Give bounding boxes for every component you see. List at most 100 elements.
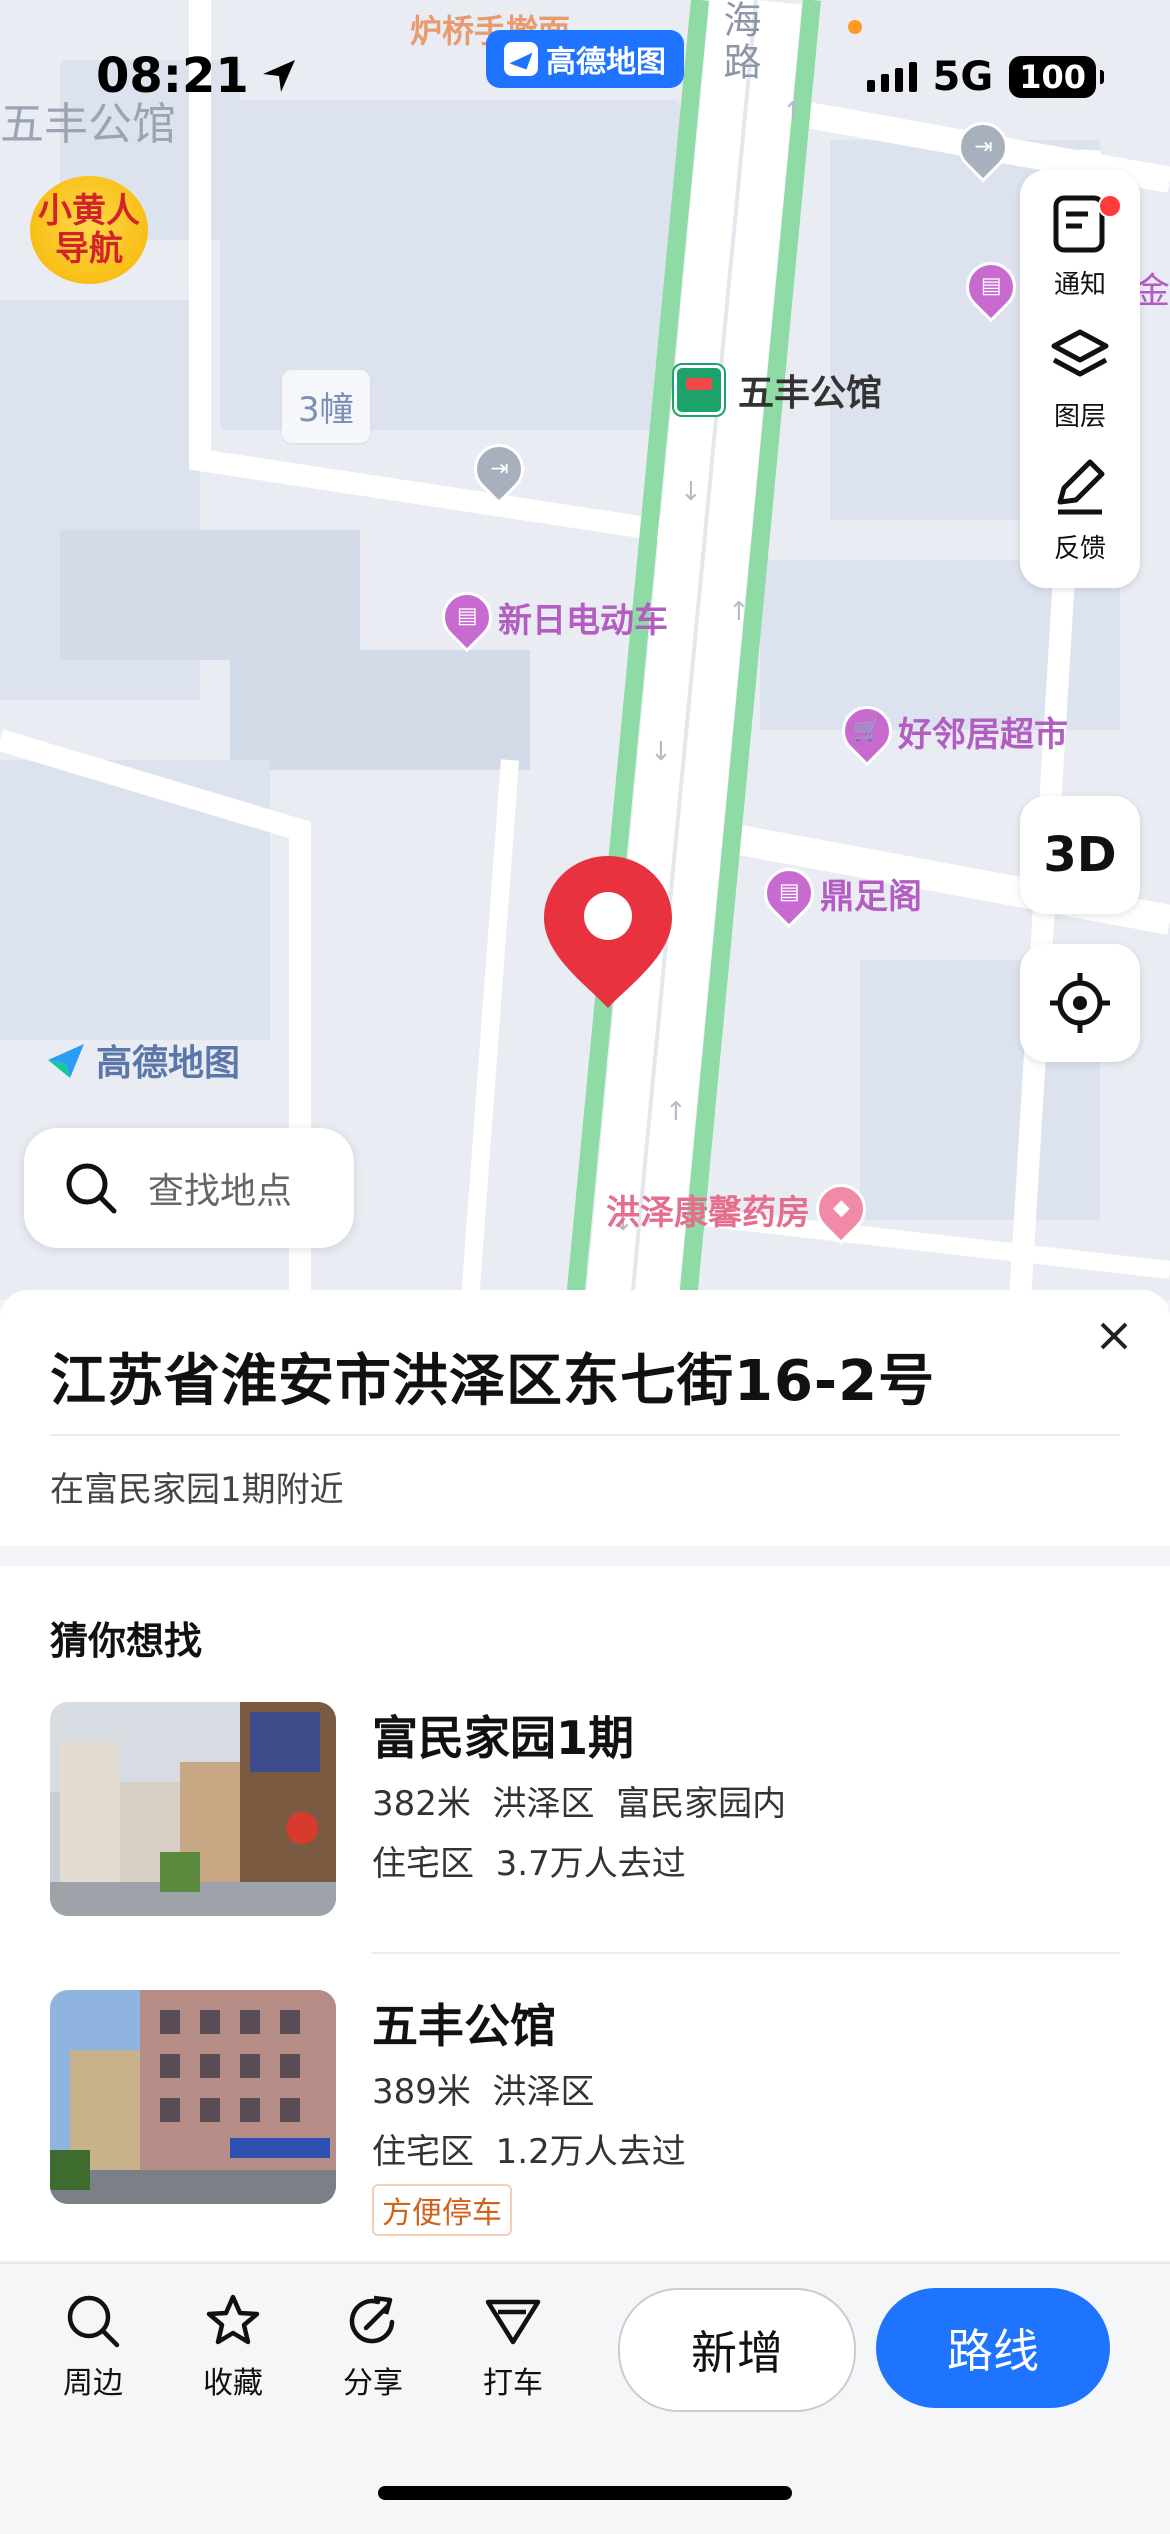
location-arrow-icon	[262, 60, 295, 92]
locate-me-button[interactable]	[1020, 944, 1140, 1062]
svg-text:↓: ↓	[680, 477, 702, 507]
place-photo	[50, 1702, 336, 1916]
place-visits: 3.7万人去过	[495, 1844, 686, 1884]
clock: 08:21	[96, 48, 249, 104]
search-icon	[67, 2295, 120, 2348]
poi-kangxin-pharmacy[interactable]: 洪泽康馨药房 ◆	[606, 1173, 877, 1245]
map-canvas[interactable]: ↑ ↓ ↑ ↓ ↑ ↓ 五丰公馆 炉桥手擀面 海路 小黄人导航 3幢 ⇥ ⇥ 五…	[0, 0, 1170, 1300]
map-base: ↑ ↓ ↑ ↓ ↑ ↓	[0, 0, 1170, 1300]
3d-toggle-button[interactable]: 3D	[1020, 796, 1140, 914]
unread-dot	[1098, 194, 1122, 218]
route-button[interactable]: 路线	[876, 2288, 1110, 2408]
cellular-signal-icon	[866, 62, 917, 92]
poi-label: 新日电动车	[498, 600, 668, 641]
share-icon	[349, 2295, 395, 2344]
place-detail-sheet: 江苏省淮安市洪泽区东七街16-2号 在富民家园1期附近 猜你想找 富民家园1期 …	[0, 1290, 1170, 2260]
place-distance: 389米	[372, 2072, 471, 2112]
place-category: 住宅区	[372, 1844, 474, 1884]
network-type: 5G	[932, 54, 994, 100]
bus-stop[interactable]: 五丰公馆	[674, 364, 882, 416]
home-indicator[interactable]	[378, 2486, 792, 2500]
poi-haolinju[interactable]: 🛒 好邻居超市	[831, 695, 1068, 767]
parking-tag: 方便停车	[372, 2184, 512, 2236]
bus-stop-icon	[674, 365, 724, 415]
shop-icon: ▤	[753, 857, 825, 929]
nearby-label: 周边	[63, 2366, 123, 2401]
star-icon	[206, 2294, 260, 2345]
amap-watermark: 高德地图	[44, 1034, 240, 1086]
poi-xinri[interactable]: ▤ 新日电动车	[431, 581, 668, 653]
layers-button[interactable]: 图层	[1048, 324, 1112, 456]
layers-icon	[1051, 329, 1109, 377]
search-placeholder: 查找地点	[148, 1171, 293, 1212]
poi-label: 洪泽康馨药房	[606, 1192, 810, 1233]
crosshair-icon	[1050, 973, 1110, 1033]
place-distance: 382米	[372, 1784, 471, 1824]
status-time: 08:21	[96, 48, 299, 104]
address-title: 江苏省淮安市洪泽区东七街16-2号	[50, 1349, 936, 1414]
nearby-button[interactable]: 周边	[38, 2292, 148, 2402]
place-district: 洪泽区	[492, 2072, 595, 2112]
place-stats: 住宅区 3.7万人去过	[372, 1836, 686, 1885]
amap-logo-icon	[504, 42, 538, 76]
place-meta: 382米 洪泽区 富民家园内	[372, 1776, 786, 1825]
tag-icon: ◆	[805, 1173, 877, 1245]
place-meta: 389米 洪泽区	[372, 2064, 595, 2113]
poi-marker[interactable]: ▤	[955, 251, 1027, 323]
svg-text:↑: ↑	[665, 1097, 687, 1127]
section-gap	[0, 1546, 1170, 1566]
notify-label: 通知	[1053, 270, 1106, 300]
building-label: 3幢	[282, 370, 370, 443]
svg-text:↑: ↑	[728, 597, 750, 627]
svg-text:↑: ↑	[782, 97, 804, 127]
place-extra: 富民家园内	[616, 1784, 787, 1824]
divider	[372, 1952, 1120, 1954]
layers-label: 图层	[1053, 402, 1106, 432]
close-icon	[1100, 1322, 1128, 1350]
orange-indicator-dot	[848, 20, 862, 34]
search-place-box[interactable]: 查找地点	[24, 1128, 354, 1248]
map-toolbar: 通知 图层 反馈	[1020, 170, 1140, 588]
add-new-button[interactable]: 新增	[618, 2288, 856, 2412]
status-indicators: 5G 100	[866, 54, 1104, 100]
svg-text:↓: ↓	[650, 737, 672, 767]
share-label: 分享	[343, 2366, 403, 2401]
place-visits: 1.2万人去过	[495, 2132, 686, 2172]
divider	[50, 1434, 1120, 1436]
suggested-place-item[interactable]: 富民家园1期 382米 洪泽区 富民家园内 住宅区 3.7万人去过	[50, 1702, 1120, 1916]
location-pin-icon[interactable]	[540, 852, 676, 1012]
taxi-button[interactable]: 打车	[458, 2292, 568, 2402]
place-name: 五丰公馆	[372, 1999, 556, 2053]
favorite-label: 收藏	[203, 2366, 263, 2401]
shop-icon: ▤	[431, 581, 503, 653]
poi-label: 好邻居超市	[898, 714, 1068, 755]
road-label: 海路	[717, 0, 761, 84]
place-name: 富民家园1期	[372, 1711, 635, 1765]
amap-watermark-icon	[48, 1044, 84, 1078]
suggest-section-title: 猜你想找	[50, 1619, 203, 1663]
place-category: 住宅区	[372, 2132, 474, 2172]
minion-nav-badge[interactable]: 小黄人导航	[30, 176, 148, 284]
taxi-label: 打车	[483, 2366, 543, 2401]
app-pill-label: 高德地图	[546, 45, 666, 80]
share-button[interactable]: 分享	[318, 2292, 428, 2402]
taxi-icon	[485, 2299, 541, 2345]
place-stats: 住宅区 1.2万人去过	[372, 2124, 686, 2173]
search-icon	[66, 1163, 117, 1214]
feedback-button[interactable]: 反馈	[1048, 456, 1112, 588]
place-district: 洪泽区	[492, 1784, 595, 1824]
close-button[interactable]	[1086, 1308, 1142, 1364]
poi-label: 鼎足阁	[820, 876, 922, 917]
app-return-pill[interactable]: 高德地图	[486, 30, 684, 88]
watermark-label: 高德地图	[96, 1043, 241, 1084]
nearby-hint: 在富民家园1期附近	[50, 1470, 344, 1510]
suggested-place-item[interactable]: 五丰公馆 389米 洪泽区 住宅区 1.2万人去过 方便停车	[50, 1990, 1120, 2236]
shop-icon: ▤	[955, 251, 1027, 323]
place-photo	[50, 1990, 336, 2204]
battery-icon: 100	[1009, 56, 1104, 98]
cart-icon: 🛒	[831, 695, 903, 767]
edit-pen-icon	[1057, 459, 1105, 515]
poi-dingzuge[interactable]: ▤ 鼎足阁	[753, 857, 922, 929]
favorite-button[interactable]: 收藏	[178, 2292, 288, 2402]
notify-button[interactable]: 通知	[1048, 192, 1122, 324]
